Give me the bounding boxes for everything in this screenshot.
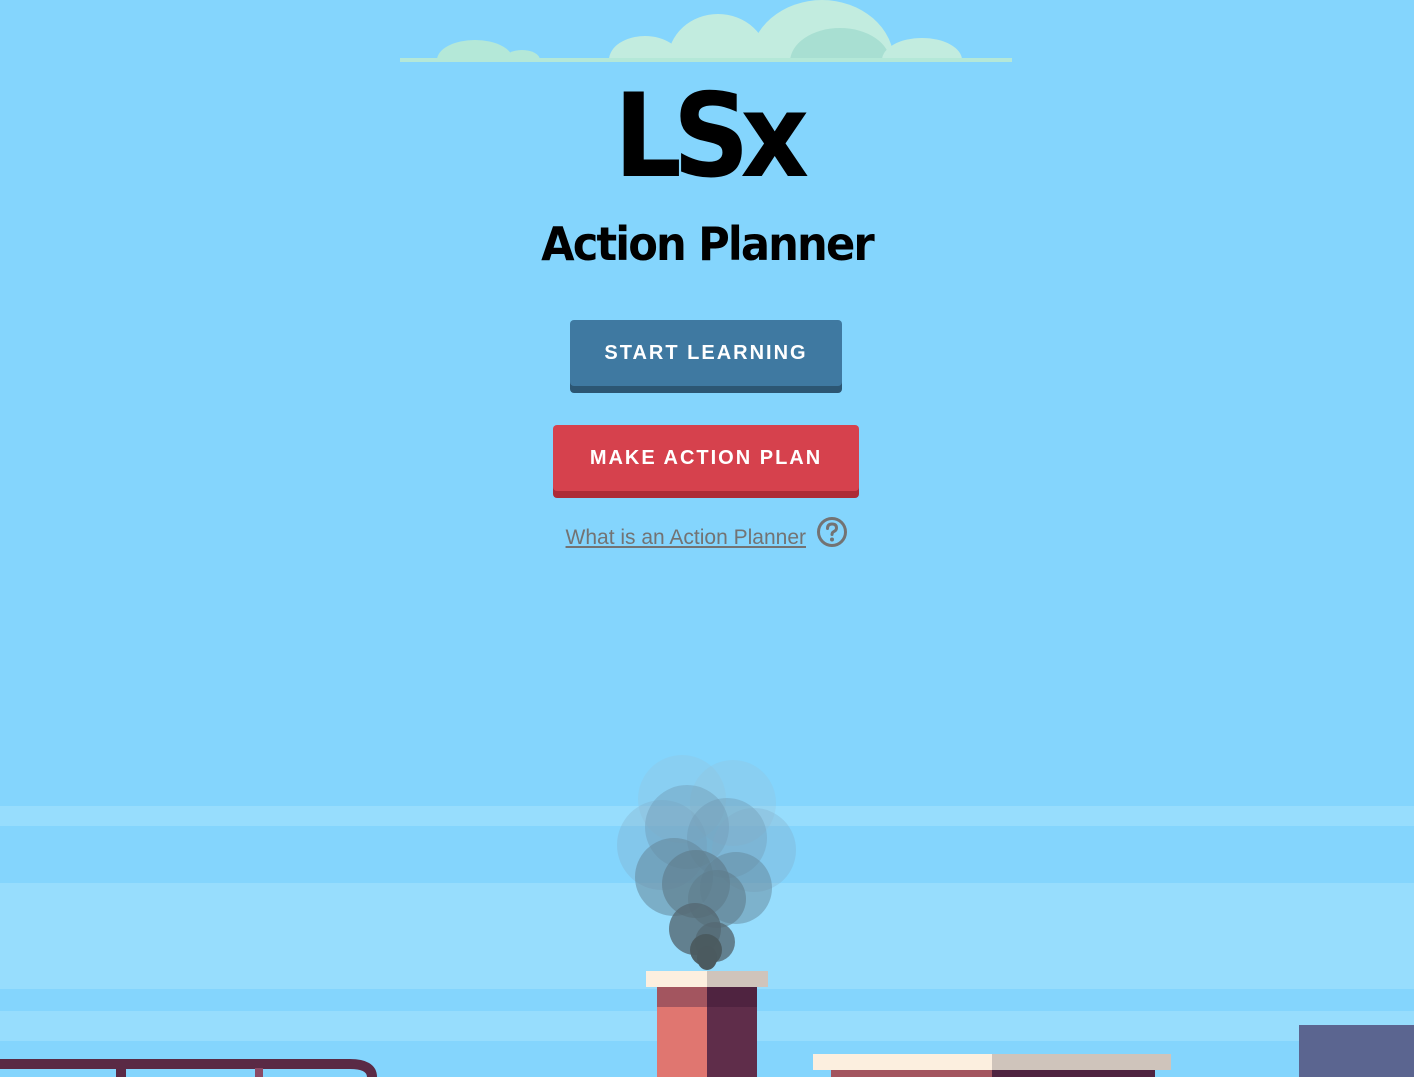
make-action-plan-button[interactable]: MAKE ACTION PLAN bbox=[553, 425, 859, 491]
page-subtitle: Action Planner bbox=[541, 217, 875, 271]
what-is-action-planner-link[interactable]: What is an Action Planner bbox=[566, 526, 806, 550]
app-logo: LSx bbox=[613, 69, 809, 204]
help-row: What is an Action Planner bbox=[0, 517, 1414, 562]
question-circle-icon[interactable] bbox=[816, 516, 848, 548]
rooftop-illustration bbox=[0, 971, 1414, 1077]
start-learning-button[interactable]: START LEARNING bbox=[570, 320, 842, 386]
clouds-illustration bbox=[400, 0, 1012, 62]
